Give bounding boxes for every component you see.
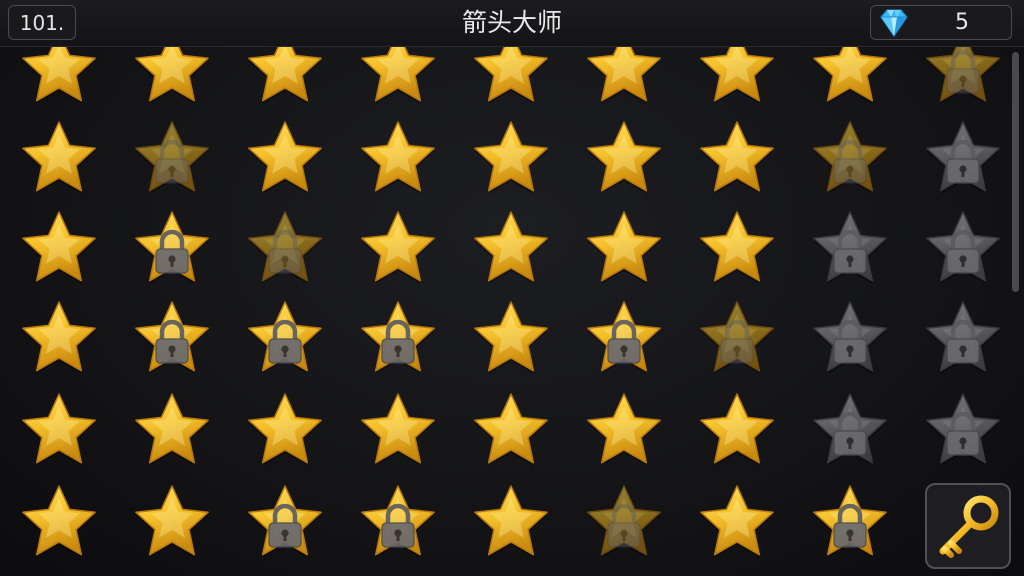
star-icon <box>813 211 887 284</box>
star-icon <box>587 121 661 194</box>
star-icon <box>361 485 435 558</box>
level-star-33[interactable] <box>580 296 668 382</box>
level-star-39[interactable] <box>241 388 329 474</box>
star-icon <box>587 211 661 284</box>
level-star-22[interactable] <box>354 206 442 292</box>
level-star-16[interactable] <box>693 116 781 202</box>
level-star-51[interactable] <box>580 480 668 566</box>
star-icon <box>587 485 661 558</box>
star-icon <box>926 393 1000 466</box>
star-icon <box>700 393 774 466</box>
level-number-badge: 101. <box>8 5 76 40</box>
star-icon <box>361 211 435 284</box>
level-star-17[interactable] <box>806 116 894 202</box>
level-star-46[interactable] <box>15 480 103 566</box>
star-icon <box>248 301 322 374</box>
level-star-24[interactable] <box>580 206 668 292</box>
star-icon <box>22 485 96 558</box>
level-star-26[interactable] <box>806 206 894 292</box>
star-icon <box>700 121 774 194</box>
level-star-21[interactable] <box>241 206 329 292</box>
star-icon <box>135 393 209 466</box>
star-icon <box>813 393 887 466</box>
star-icon <box>813 485 887 558</box>
star-icon <box>248 485 322 558</box>
star-icon <box>587 301 661 374</box>
level-star-23[interactable] <box>467 206 555 292</box>
level-star-41[interactable] <box>467 388 555 474</box>
star-icon <box>813 301 887 374</box>
level-star-10[interactable] <box>15 116 103 202</box>
star-icon <box>700 485 774 558</box>
star-icon <box>474 485 548 558</box>
star-icon <box>248 121 322 194</box>
level-star-12[interactable] <box>241 116 329 202</box>
level-star-52[interactable] <box>693 480 781 566</box>
star-icon <box>700 301 774 374</box>
level-star-53[interactable] <box>806 480 894 566</box>
level-star-36[interactable] <box>919 296 1007 382</box>
level-star-20[interactable] <box>128 206 216 292</box>
star-icon <box>22 121 96 194</box>
star-icon <box>474 121 548 194</box>
level-star-19[interactable] <box>15 206 103 292</box>
star-icon <box>135 211 209 284</box>
level-star-34[interactable] <box>693 296 781 382</box>
star-icon <box>474 393 548 466</box>
star-icon <box>587 393 661 466</box>
level-star-37[interactable] <box>15 388 103 474</box>
gem-count: 5 <box>955 10 969 35</box>
star-icon <box>474 301 548 374</box>
level-star-28[interactable] <box>15 296 103 382</box>
level-star-13[interactable] <box>354 116 442 202</box>
star-icon <box>474 211 548 284</box>
star-icon <box>361 301 435 374</box>
level-star-45[interactable] <box>919 388 1007 474</box>
level-star-42[interactable] <box>580 388 668 474</box>
star-icon <box>926 301 1000 374</box>
level-star-40[interactable] <box>354 388 442 474</box>
star-icon <box>135 121 209 194</box>
top-bar: 101. 箭头大师 5 <box>0 0 1024 47</box>
level-star-49[interactable] <box>354 480 442 566</box>
level-star-30[interactable] <box>241 296 329 382</box>
star-icon <box>22 393 96 466</box>
level-star-11[interactable] <box>128 116 216 202</box>
level-star-32[interactable] <box>467 296 555 382</box>
star-icon <box>135 301 209 374</box>
star-icon <box>248 393 322 466</box>
game-screen: 101. 箭头大师 5 <box>0 0 1024 576</box>
star-icon <box>361 121 435 194</box>
level-star-35[interactable] <box>806 296 894 382</box>
level-star-29[interactable] <box>128 296 216 382</box>
game-title: 箭头大师 <box>461 8 562 37</box>
star-icon <box>22 301 96 374</box>
star-icon <box>22 211 96 284</box>
level-star-48[interactable] <box>241 480 329 566</box>
star-icon <box>813 121 887 194</box>
star-icon <box>926 211 1000 284</box>
level-star-38[interactable] <box>128 388 216 474</box>
level-star-14[interactable] <box>467 116 555 202</box>
star-icon <box>926 121 1000 194</box>
level-star-50[interactable] <box>467 480 555 566</box>
star-icon <box>361 393 435 466</box>
level-star-27[interactable] <box>919 206 1007 292</box>
level-star-18[interactable] <box>919 116 1007 202</box>
level-star-43[interactable] <box>693 388 781 474</box>
star-icon <box>700 211 774 284</box>
key-icon <box>939 495 999 558</box>
level-star-31[interactable] <box>354 296 442 382</box>
key-button[interactable] <box>925 483 1011 569</box>
level-star-25[interactable] <box>693 206 781 292</box>
gem-counter[interactable]: 5 <box>870 5 1012 40</box>
level-star-44[interactable] <box>806 388 894 474</box>
star-icon <box>135 485 209 558</box>
diamond-icon <box>880 9 908 38</box>
level-star-grid <box>0 0 1024 576</box>
star-icon <box>248 211 322 284</box>
level-star-47[interactable] <box>128 480 216 566</box>
scrollbar-thumb[interactable] <box>1012 52 1019 292</box>
level-star-15[interactable] <box>580 116 668 202</box>
